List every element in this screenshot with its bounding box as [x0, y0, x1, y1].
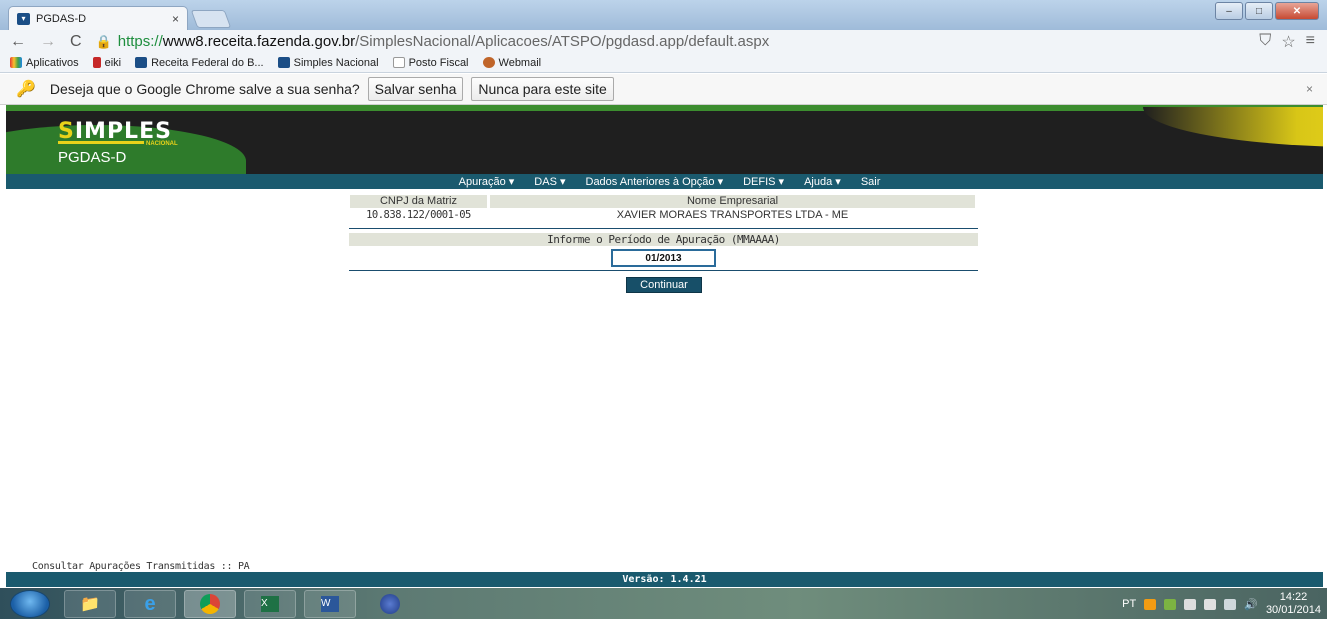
start-button[interactable] — [10, 590, 50, 618]
bookmarks-bar: Aplicativos eiki Receita Federal do B...… — [0, 53, 1327, 73]
url-scheme: https:// — [117, 33, 163, 50]
site-banner: SIMPLES NACIONAL PGDAS-D — [6, 105, 1323, 174]
security-taskbar-icon[interactable] — [364, 590, 416, 618]
language-indicator[interactable]: PT — [1122, 598, 1136, 610]
clock-time: 14:22 — [1279, 591, 1308, 603]
logo-subtitle: NACIONAL — [146, 141, 178, 147]
bookmark-label: Simples Nacional — [293, 56, 379, 69]
tray-flag-icon[interactable] — [1204, 598, 1217, 610]
bookmark-label: Posto Fiscal — [408, 56, 469, 69]
tab-title: PGDAS-D — [36, 12, 87, 25]
logo-underline — [58, 141, 144, 144]
explorer-taskbar-icon[interactable]: 📁 — [64, 590, 116, 618]
bookmark-webmail[interactable]: Webmail — [482, 56, 542, 69]
save-password-infobar: 🔑 Deseja que o Google Chrome salve a sua… — [0, 74, 1327, 105]
period-input[interactable] — [611, 249, 716, 267]
main-menu: Apuração ▾ DAS ▾ Dados Anteriores à Opçã… — [6, 174, 1323, 189]
menu-ajuda[interactable]: Ajuda ▾ — [804, 175, 841, 188]
tab-close-icon[interactable]: × — [172, 12, 179, 26]
tray-nvidia-icon[interactable] — [1164, 598, 1177, 610]
menu-dados-anteriores[interactable]: Dados Anteriores à Opção ▾ — [586, 175, 724, 188]
forward-icon[interactable]: → — [40, 33, 56, 51]
lock-icon: 🔒 — [95, 33, 112, 49]
name-header: Nome Empresarial — [490, 195, 975, 208]
browser-tab[interactable]: ▾ PGDAS-D × — [8, 6, 188, 30]
bookmark-label: Receita Federal do B... — [151, 56, 264, 69]
menu-sair[interactable]: Sair — [861, 176, 881, 188]
url-host: www8.receita.fazenda.gov.br — [162, 33, 356, 50]
webmail-icon — [482, 57, 495, 68]
window-close-icon[interactable]: ✕ — [1275, 2, 1319, 20]
toolbar-right: ⛉ ☆ ≡ — [1259, 32, 1315, 52]
consult-transmitted-link[interactable]: Consultar Apurações Transmitidas :: PA — [32, 561, 250, 572]
company-info: CNPJ da Matriz Nome Empresarial 10.838.1… — [350, 195, 975, 222]
shield-icon[interactable]: ⛉ — [1259, 32, 1271, 52]
clock[interactable]: 14:22 30/01/2014 — [1266, 591, 1321, 617]
bookmark-posto-fiscal[interactable]: Posto Fiscal — [392, 56, 469, 69]
app-name: PGDAS-D — [58, 149, 127, 166]
browser-toolbar: ← → C 🔒 https:// www8.receita.fazenda.go… — [0, 30, 1327, 53]
bookmark-label: Webmail — [498, 56, 542, 69]
divider-top — [349, 228, 978, 229]
tray-app-icon[interactable] — [1144, 598, 1157, 610]
menu-das[interactable]: DAS ▾ — [534, 175, 565, 188]
address-bar[interactable]: 🔒 https:// www8.receita.fazenda.gov.br /… — [96, 33, 770, 50]
minimize-icon[interactable]: – — [1215, 2, 1243, 20]
tray-network-icon[interactable] — [1224, 598, 1237, 610]
windows-taskbar: 📁 e X W PT 🔊 14:22 30/01/2014 — [0, 588, 1327, 619]
period-label: Informe o Período de Apuração (MMAAAA) — [349, 233, 978, 246]
bookmark-receita[interactable]: Receita Federal do B... — [135, 57, 264, 69]
never-save-button[interactable]: Nunca para este site — [471, 77, 614, 101]
clock-date: 30/01/2014 — [1265, 604, 1321, 616]
bookmark-label: Aplicativos — [26, 56, 79, 69]
infobar-text: Deseja que o Google Chrome salve a sua s… — [49, 81, 360, 97]
maximize-icon[interactable]: □ — [1245, 2, 1273, 20]
bookmark-apps[interactable]: Aplicativos — [10, 57, 79, 69]
tray-volume-icon[interactable]: 🔊 — [1244, 598, 1258, 611]
bookmark-eiki[interactable]: eiki — [92, 56, 122, 69]
system-tray: PT 🔊 14:22 30/01/2014 — [1122, 590, 1321, 618]
receita-icon — [135, 57, 148, 68]
site-favicon-icon: ▾ — [17, 12, 30, 25]
page-icon — [392, 57, 405, 68]
cnpj-value: 10.838.122/0001-05 — [366, 209, 471, 221]
menu-icon[interactable]: ≡ — [1306, 32, 1315, 52]
bookmark-label: eiki — [104, 56, 122, 69]
browser-titlebar: ▾ PGDAS-D × – □ ✕ — [0, 0, 1327, 30]
continue-button[interactable]: Continuar — [626, 277, 702, 293]
word-taskbar-icon[interactable]: W — [304, 590, 356, 618]
menu-apuracao[interactable]: Apuração ▾ — [459, 175, 515, 188]
star-icon[interactable]: ☆ — [1281, 32, 1295, 52]
tray-sync-icon[interactable] — [1184, 598, 1197, 610]
reload-icon[interactable]: C — [70, 33, 82, 51]
banner-right-swoosh — [1143, 107, 1323, 147]
key-icon: 🔑 — [16, 81, 36, 98]
chrome-taskbar-icon[interactable] — [184, 590, 236, 618]
back-icon[interactable]: ← — [10, 33, 26, 51]
cnpj-header: CNPJ da Matriz — [350, 195, 487, 208]
infobar-close-icon[interactable]: × — [1306, 82, 1313, 96]
company-name-value: XAVIER MORAES TRANSPORTES LTDA - ME — [616, 209, 849, 221]
window-controls: – □ ✕ — [1215, 2, 1319, 20]
save-password-button[interactable]: Salvar senha — [367, 77, 464, 101]
version-bar: Versão: 1.4.21 — [6, 572, 1323, 587]
bookmark-simples[interactable]: Simples Nacional — [277, 56, 379, 69]
divider-bottom — [349, 270, 978, 271]
eiki-icon — [92, 57, 101, 68]
menu-defis[interactable]: DEFIS ▾ — [743, 175, 784, 188]
banner-top-band — [6, 105, 1323, 111]
company-value-row: 10.838.122/0001-05 XAVIER MORAES TRANSPO… — [350, 208, 975, 222]
ie-taskbar-icon[interactable]: e — [124, 590, 176, 618]
url-path: /SimplesNacional/Aplicacoes/ATSPO/pgdasd… — [355, 33, 770, 50]
simples-icon — [277, 57, 290, 68]
new-tab-button[interactable] — [190, 10, 232, 28]
screen: ▾ PGDAS-D × – □ ✕ ← → C 🔒 https:// www8.… — [0, 0, 1327, 619]
excel-taskbar-icon[interactable]: X — [244, 590, 296, 618]
company-header-row: CNPJ da Matriz Nome Empresarial — [350, 195, 975, 208]
apps-grid-icon — [10, 57, 22, 68]
